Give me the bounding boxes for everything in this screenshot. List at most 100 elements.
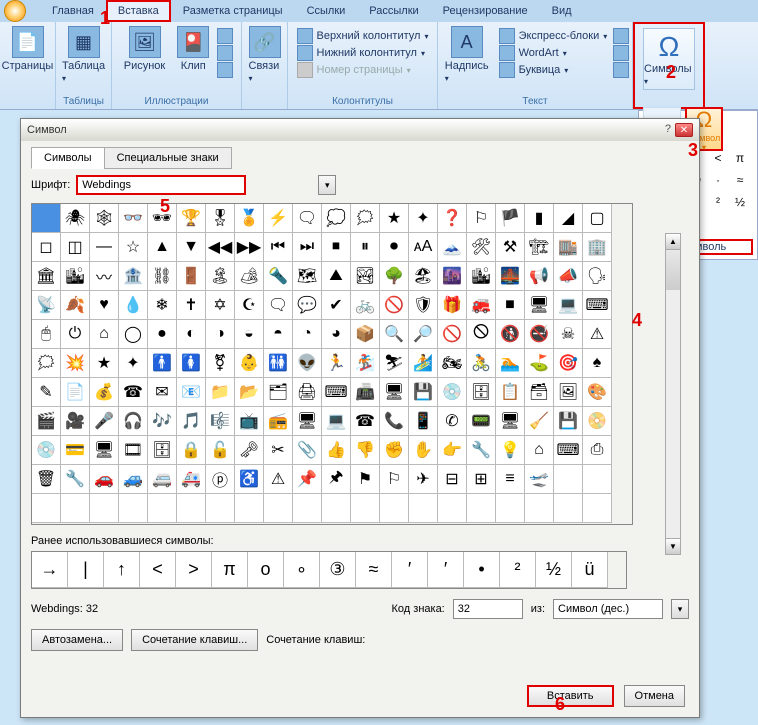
- symbol-cell[interactable]: 📦: [351, 320, 380, 349]
- symbol-cell[interactable]: [554, 494, 583, 523]
- symbol-cell[interactable]: 📱: [409, 407, 438, 436]
- recent-cell[interactable]: ü: [572, 552, 608, 588]
- symbol-cell[interactable]: [496, 494, 525, 523]
- symbol-cell[interactable]: 🛇: [467, 320, 496, 349]
- symbol-cell[interactable]: ⚐: [380, 465, 409, 494]
- mini-symbol-cell[interactable]: π: [731, 149, 749, 167]
- symbol-cell[interactable]: ▼: [177, 233, 206, 262]
- symbol-cell[interactable]: 🗣: [583, 262, 612, 291]
- symbol-cell[interactable]: ❓: [438, 204, 467, 233]
- symbol-cell[interactable]: ✎: [32, 378, 61, 407]
- tab-refs[interactable]: Ссылки: [295, 0, 358, 22]
- symbol-cell[interactable]: 🚪: [177, 262, 206, 291]
- recent-cell[interactable]: π: [212, 552, 248, 588]
- symbol-cell[interactable]: [235, 494, 264, 523]
- symbol-cell[interactable]: 🗨: [264, 291, 293, 320]
- recent-cell[interactable]: ∘: [284, 552, 320, 588]
- obj-button[interactable]: [613, 62, 629, 78]
- symbol-cell[interactable]: [554, 465, 583, 494]
- wordart-button[interactable]: WordArt: [499, 45, 608, 61]
- symbol-cell[interactable]: ●: [148, 320, 177, 349]
- symbol-cell[interactable]: 🚙: [119, 465, 148, 494]
- sig-button[interactable]: [613, 28, 629, 44]
- pages-button[interactable]: 📄Страницы: [0, 24, 57, 74]
- symbol-cell[interactable]: 📺: [235, 407, 264, 436]
- dropcap-button[interactable]: Буквица: [499, 62, 608, 78]
- symbol-cell[interactable]: ⏻: [61, 320, 90, 349]
- symbol-cell[interactable]: 🎵: [177, 407, 206, 436]
- chart-button[interactable]: [217, 62, 233, 78]
- symbol-cell[interactable]: ⏺: [380, 233, 409, 262]
- recent-cell[interactable]: |: [68, 552, 104, 588]
- symbol-cell[interactable]: 🎨: [583, 378, 612, 407]
- symbol-cell[interactable]: ★: [380, 204, 409, 233]
- symbol-cell[interactable]: 🛡: [409, 291, 438, 320]
- symbol-cell[interactable]: ⏹: [322, 233, 351, 262]
- symbol-cell[interactable]: ▢: [583, 204, 612, 233]
- symbol-cell[interactable]: ✊: [380, 436, 409, 465]
- symbol-cell[interactable]: 👶: [235, 349, 264, 378]
- textbox-button[interactable]: AНадпись: [441, 24, 493, 86]
- symbol-cell[interactable]: 🎖: [206, 204, 235, 233]
- symbol-cell[interactable]: [322, 494, 351, 523]
- symbol-cell[interactable]: 💬: [293, 291, 322, 320]
- symbol-cell[interactable]: ⌂: [90, 320, 119, 349]
- symbol-cell[interactable]: ✦: [119, 349, 148, 378]
- symbol-cell[interactable]: 💿: [32, 436, 61, 465]
- symbol-cell[interactable]: [264, 494, 293, 523]
- shortcut-button[interactable]: Сочетание клавиш...: [131, 629, 258, 651]
- symbol-cell[interactable]: 📞: [380, 407, 409, 436]
- autocorrect-button[interactable]: Автозамена...: [31, 629, 123, 651]
- symbol-cell[interactable]: ✝: [177, 291, 206, 320]
- pagenum-button[interactable]: Номер страницы: [297, 62, 429, 78]
- symbol-cell[interactable]: ✈: [409, 465, 438, 494]
- symbol-cell[interactable]: 🚻: [264, 349, 293, 378]
- symbol-cell[interactable]: ⌨: [322, 378, 351, 407]
- symbol-cell[interactable]: 🚴: [467, 349, 496, 378]
- recent-cell[interactable]: <: [140, 552, 176, 588]
- symbol-cell[interactable]: ✉: [148, 378, 177, 407]
- symbol-cell[interactable]: 🏙: [467, 262, 496, 291]
- symbol-cell[interactable]: ✦: [409, 204, 438, 233]
- symbol-cell[interactable]: [32, 494, 61, 523]
- symbol-cell[interactable]: 🚭: [525, 320, 554, 349]
- symbol-cell[interactable]: 💧: [119, 291, 148, 320]
- symbol-cell[interactable]: 💻: [322, 407, 351, 436]
- symbol-cell[interactable]: 🏦: [119, 262, 148, 291]
- tab-home[interactable]: Главная: [40, 0, 106, 22]
- symbol-cell[interactable]: ▲: [148, 233, 177, 262]
- symbol-cell[interactable]: [293, 494, 322, 523]
- symbol-cell[interactable]: 🌆: [438, 262, 467, 291]
- symbol-cell[interactable]: ⓟ: [206, 465, 235, 494]
- symbol-cell[interactable]: 🖥: [496, 407, 525, 436]
- symbol-cell[interactable]: 📄: [61, 378, 90, 407]
- symbol-cell[interactable]: 👉: [438, 436, 467, 465]
- recent-cell[interactable]: ≈: [356, 552, 392, 588]
- symbol-cell[interactable]: 🎥: [61, 407, 90, 436]
- office-button[interactable]: [4, 0, 26, 22]
- symbol-cell[interactable]: 🔓: [206, 436, 235, 465]
- symbol-cell[interactable]: 🏙: [61, 262, 90, 291]
- symbol-cell[interactable]: ⌂: [525, 436, 554, 465]
- symbol-cell[interactable]: 🗺: [293, 262, 322, 291]
- symbol-cell[interactable]: 🎞: [119, 436, 148, 465]
- symbol-scrollbar[interactable]: ▲ ▼: [665, 233, 681, 555]
- recent-cell[interactable]: ′: [428, 552, 464, 588]
- symbol-cell[interactable]: 👓: [119, 204, 148, 233]
- symbol-cell[interactable]: [380, 494, 409, 523]
- from-dropdown-arrow[interactable]: ▾: [671, 599, 689, 619]
- font-dropdown-arrow[interactable]: ▾: [318, 175, 336, 195]
- symbol-cell[interactable]: ✔: [322, 291, 351, 320]
- symbol-cell[interactable]: [438, 494, 467, 523]
- tab-layout[interactable]: Разметка страницы: [171, 0, 295, 22]
- symbol-cell[interactable]: 📣: [554, 262, 583, 291]
- symbol-cell[interactable]: ⚠: [264, 465, 293, 494]
- symbol-cell[interactable]: ☪: [235, 291, 264, 320]
- symbol-cell[interactable]: ⌨: [554, 436, 583, 465]
- symbol-cell[interactable]: 🏗: [525, 233, 554, 262]
- clip-button[interactable]: 🎴Клип: [173, 24, 213, 78]
- symbol-cell[interactable]: ♠: [583, 349, 612, 378]
- symbol-cell[interactable]: 🔒: [177, 436, 206, 465]
- symbol-cell[interactable]: 🎯: [554, 349, 583, 378]
- symbol-cell[interactable]: 🚫: [380, 291, 409, 320]
